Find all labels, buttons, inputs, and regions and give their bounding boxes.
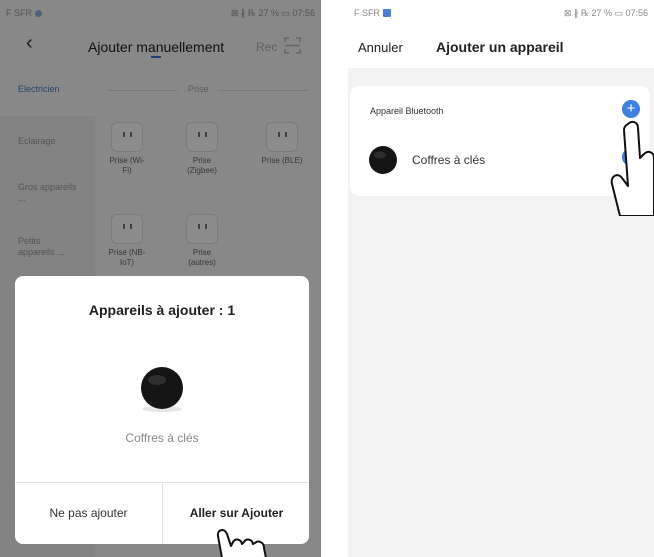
status-right: ⊠ ∦ ℞ 27 % ▭ 07:56: [563, 7, 648, 18]
header-bar: Annuler Ajouter un appareil: [348, 26, 654, 68]
device-image: [369, 146, 397, 174]
bluetooth-device-card: Appareil Bluetooth + Coffres à clés: [350, 86, 650, 196]
carrier-label: F SFR: [354, 8, 380, 18]
right-phone-screen: F SFR ⊠ ∦ ℞ 27 % ▭ 07:56 Annuler Ajouter…: [348, 0, 654, 557]
plus-circle-icon[interactable]: +: [622, 100, 640, 118]
go-to-add-button[interactable]: Aller sur Ajouter: [163, 482, 310, 544]
device-name: Coffres à clés: [125, 431, 199, 445]
device-image: [141, 367, 183, 412]
card-title: Appareil Bluetooth: [370, 106, 444, 116]
dialog-title: Appareils à ajouter : 1: [88, 302, 236, 318]
add-device-icon[interactable]: [622, 148, 640, 166]
skip-button[interactable]: Ne pas ajouter: [15, 482, 162, 544]
bluetooth-device-item[interactable]: Coffres à clés: [368, 142, 640, 178]
left-phone-screen: F SFR ⊠ ∦ ℞ 27 % ▭ 07:56 ‹ Ajouter manue…: [0, 0, 321, 557]
notification-icon: [383, 9, 391, 17]
add-device-dialog: Appareils à ajouter : 1 Coffres à clés N…: [15, 276, 309, 544]
cancel-button[interactable]: Annuler: [358, 40, 403, 55]
status-bar: F SFR ⊠ ∦ ℞ 27 % ▭ 07:56: [348, 0, 654, 26]
device-name: Coffres à clés: [412, 153, 486, 167]
page-title: Ajouter un appareil: [436, 39, 564, 55]
